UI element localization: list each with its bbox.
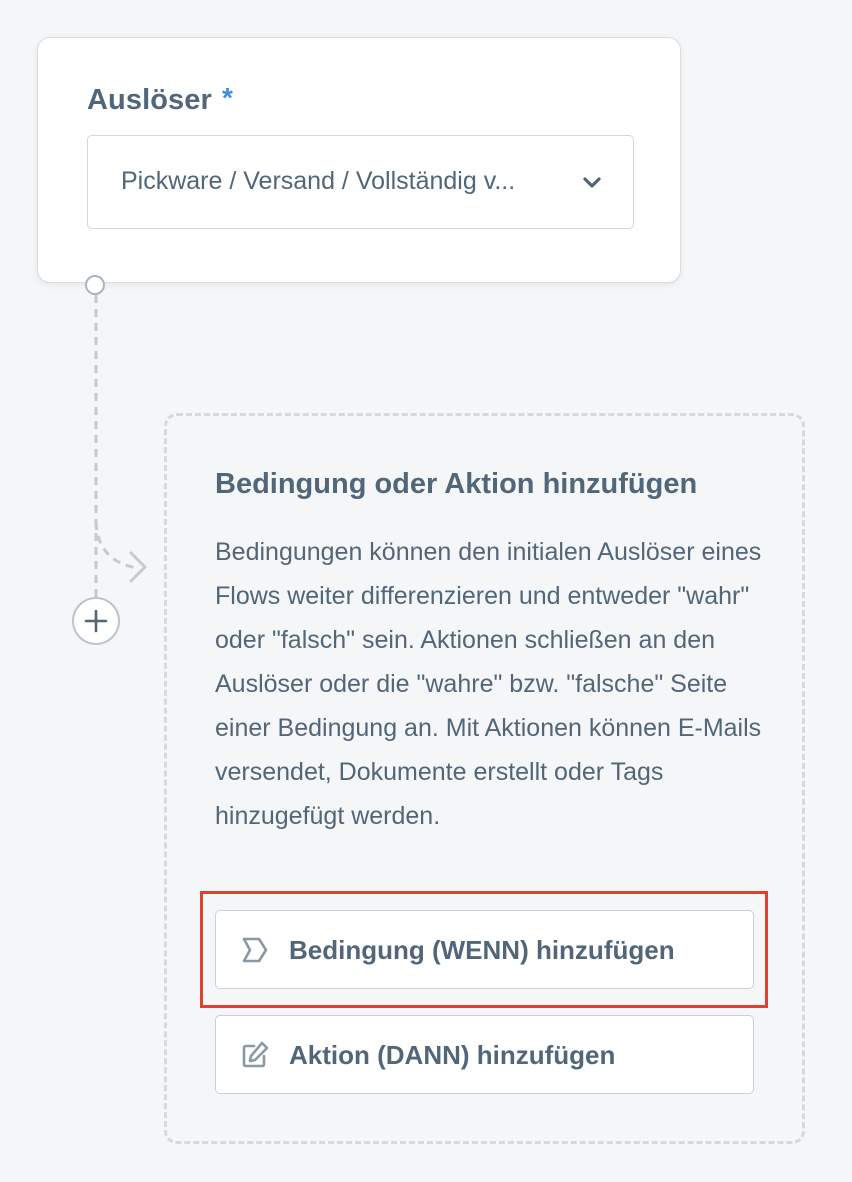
chevron-down-icon (583, 177, 601, 188)
plus-icon (84, 609, 108, 633)
add-step-panel: Bedingung oder Aktion hinzufügen Bedingu… (164, 413, 805, 1144)
edit-icon (242, 1041, 269, 1068)
trigger-select[interactable]: Pickware / Versand / Vollständig v... (87, 135, 634, 229)
trigger-output-anchor[interactable] (85, 275, 105, 295)
flow-builder-canvas: Auslöser * Pickware / Versand / Vollstän… (0, 0, 852, 1182)
add-step-description: Bedingungen können den initialen Auslöse… (215, 538, 762, 830)
add-step-title: Bedingung oder Aktion hinzufügen (215, 468, 698, 500)
add-condition-button[interactable]: Bedingung (WENN) hinzufügen (215, 910, 754, 989)
required-indicator: * (222, 82, 233, 113)
add-action-label: Aktion (DANN) hinzufügen (289, 1040, 616, 1070)
condition-chevron-icon (242, 937, 268, 963)
trigger-select-value: Pickware / Versand / Vollständig v... (121, 167, 516, 195)
add-step-button[interactable] (72, 597, 120, 645)
trigger-label: Auslöser (87, 84, 212, 116)
add-action-button[interactable]: Aktion (DANN) hinzufügen (215, 1015, 754, 1094)
trigger-card: Auslöser * Pickware / Versand / Vollstän… (37, 37, 681, 283)
add-condition-label: Bedingung (WENN) hinzufügen (289, 935, 675, 965)
